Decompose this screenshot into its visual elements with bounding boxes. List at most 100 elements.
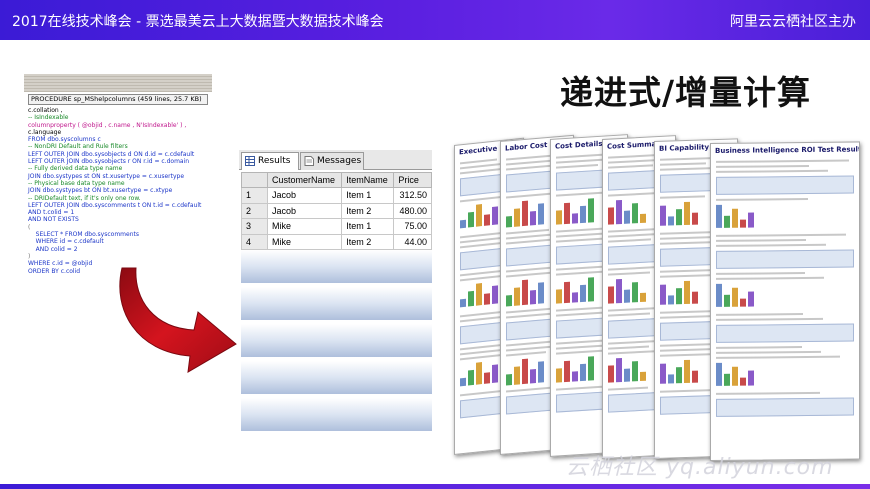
cell-item[interactable]: Item 1: [341, 187, 395, 204]
report-bar: [530, 210, 536, 226]
report-bar: [580, 284, 586, 303]
report-text-line: [660, 315, 714, 319]
cell-customer[interactable]: Jacob: [266, 187, 343, 204]
report-bar: [556, 210, 562, 225]
report-bar: [538, 282, 544, 304]
tab-messages[interactable]: Messages: [300, 152, 364, 170]
report-text-line: [608, 386, 649, 391]
empty-band: [241, 250, 432, 283]
code-line: JOIN dbo.systypes bt ON bt.xusertype = c…: [28, 187, 173, 195]
results-tab-bar: Results Messages: [239, 150, 432, 170]
table-row[interactable]: 1 Jacob Item 1 312.50: [241, 187, 432, 204]
window-toolbar-strip: [24, 74, 212, 92]
column-header-customername[interactable]: CustomerName: [266, 172, 343, 188]
report-bar: [724, 373, 730, 386]
report-bar: [692, 370, 698, 383]
report-bar: [616, 357, 622, 383]
report-bar: [616, 199, 622, 225]
report-bar: [624, 289, 630, 303]
code-line: -- IsIndexable: [28, 114, 69, 122]
report-bar: [684, 359, 690, 384]
cell-price[interactable]: 480.00: [393, 202, 432, 219]
slide-heading: 递进式/增量计算: [560, 73, 812, 112]
report-text-line: [608, 164, 653, 169]
report-bar: [460, 298, 466, 308]
row-number[interactable]: 2: [241, 202, 268, 219]
code-line: columnproperty ( @objid , c.name , N'IsI…: [28, 121, 187, 129]
report-block: [716, 397, 854, 417]
code-line: JOIN dbo.systypes st ON st.xusertype = c…: [28, 172, 185, 180]
column-header-itemname[interactable]: ItemName: [341, 172, 395, 188]
report-bar: [506, 215, 512, 228]
row-number[interactable]: 1: [241, 187, 268, 204]
empty-band: [241, 324, 432, 357]
report-bar: [748, 370, 754, 386]
code-line: AND colid = 2: [28, 245, 78, 253]
row-number[interactable]: 4: [241, 233, 268, 250]
report-bar: [624, 210, 630, 224]
report-block: [716, 249, 854, 269]
report-bar: [748, 212, 754, 228]
report-bar: [724, 294, 730, 307]
report-bar: [692, 212, 698, 225]
report-bar: [484, 214, 490, 226]
report-bar: [588, 198, 594, 223]
table-header-row: CustomerName ItemName Price: [241, 172, 432, 188]
column-header-price[interactable]: Price: [393, 172, 432, 188]
cell-price[interactable]: 75.00: [393, 218, 432, 235]
report-text-line: [716, 243, 826, 247]
code-line: WHERE id = c.cdefault: [28, 238, 104, 246]
query-results-panel: Results Messages CustomerName ItemName P…: [239, 150, 432, 432]
cell-item[interactable]: Item 2: [341, 202, 395, 219]
report-bar: [506, 294, 512, 307]
report-text-line: [716, 355, 841, 359]
code-line: -- NonDRI Default and Rule filters: [28, 143, 128, 151]
report-bar: [660, 205, 666, 226]
code-line: AND NOT EXISTS: [28, 216, 79, 224]
report-bar: [484, 293, 490, 305]
table-row[interactable]: 4 Mike Item 2 44.00: [241, 233, 432, 250]
report-bar: [732, 287, 738, 307]
cell-price[interactable]: 44.00: [393, 233, 432, 250]
report-bar: [632, 361, 638, 382]
tab-results[interactable]: Results: [241, 152, 299, 170]
table-row[interactable]: 2 Jacob Item 2 480.00: [241, 202, 432, 219]
report-bar: [748, 291, 754, 307]
code-line: (: [28, 223, 31, 231]
report-bar: [676, 288, 682, 305]
report-collage: Executive Benefit (Pre-Profi...Labor Cos…: [440, 125, 870, 465]
report-bar: [684, 280, 690, 305]
report-bar: [676, 209, 682, 226]
report-text-line: [716, 391, 820, 395]
report-bar: [740, 377, 746, 386]
code-line: LEFT OUTER JOIN dbo.sysobjects r ON r.id…: [28, 158, 190, 166]
cell-customer[interactable]: Mike: [266, 233, 343, 250]
report-bar: [468, 369, 474, 386]
cell-customer[interactable]: Mike: [266, 218, 343, 235]
report-text-line: [716, 197, 808, 201]
report-bar: [684, 201, 690, 226]
report-bar: [522, 358, 528, 385]
report-bar: [716, 204, 722, 228]
report-bar: [556, 289, 562, 304]
cell-item[interactable]: Item 1: [341, 218, 395, 235]
table-row[interactable]: 3 Mike Item 1 75.00: [241, 218, 432, 235]
row-number[interactable]: 3: [241, 218, 268, 235]
watermark: 云栖社区 yq.aliyun.com: [566, 455, 834, 480]
report-bar: [632, 203, 638, 224]
cell-item[interactable]: Item 2: [341, 233, 395, 250]
report-text-line: [556, 349, 604, 355]
report-bar: [616, 278, 622, 304]
cell-price[interactable]: 312.50: [393, 187, 432, 204]
report-bar: [608, 207, 614, 225]
code-line: LEFT OUTER JOIN dbo.syscomments t ON t.i…: [28, 201, 202, 209]
report-bar: [580, 363, 586, 382]
tab-messages-label: Messages: [317, 156, 362, 166]
placeholder-bands: [241, 250, 432, 435]
cell-customer[interactable]: Jacob: [266, 202, 343, 219]
report-bar: [640, 371, 646, 382]
header-banner: 2017在线技术峰会 - 票选最美云上大数据暨大数据技术峰会 阿里云云栖社区主办: [0, 0, 870, 40]
report-bar: [740, 219, 746, 228]
report-bar: [530, 289, 536, 305]
report-sheet: Business Intelligence ROI Test Results R…: [710, 141, 860, 461]
